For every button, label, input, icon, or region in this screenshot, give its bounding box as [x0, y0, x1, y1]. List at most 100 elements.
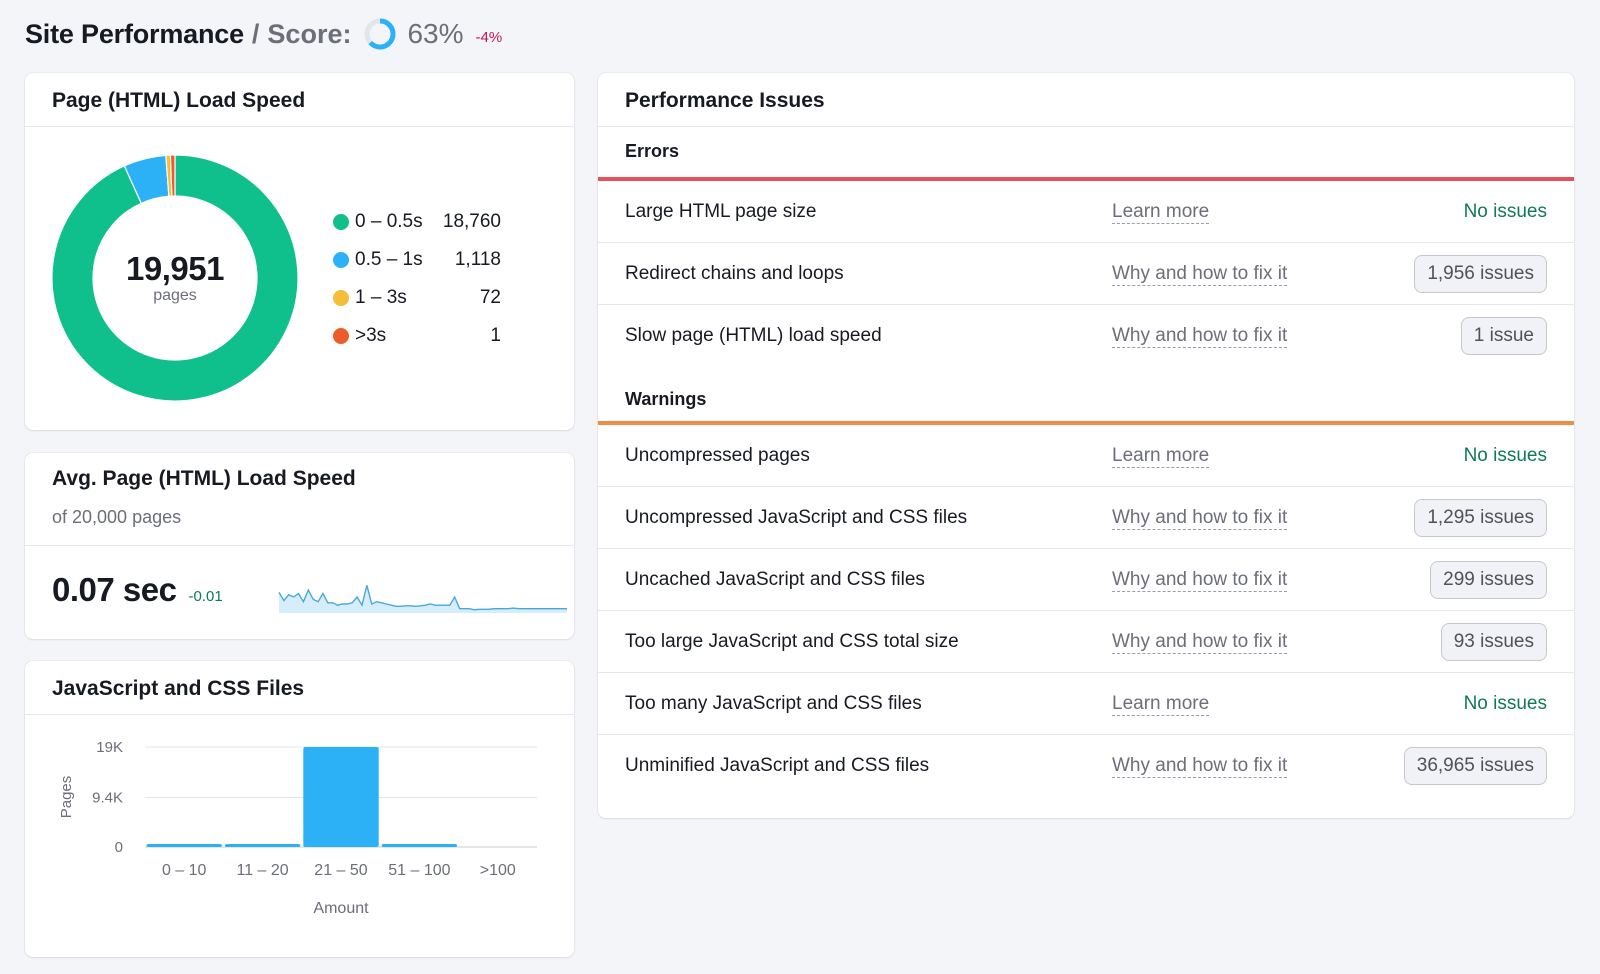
issue-row: Slow page (HTML) load speed Why and how …	[598, 305, 1574, 367]
legend-value: 18,760	[442, 211, 501, 232]
no-issues-status: No issues	[1463, 200, 1547, 222]
learn-more-link[interactable]: Learn more	[1112, 200, 1210, 224]
js-css-bar-chart: 0 9.4K 19K 0 – 10 11 – 20 21 – 50 51 – 100 >10…	[58, 739, 537, 917]
issue-name: Slow page (HTML) load speed	[625, 325, 882, 346]
issues-count-button[interactable]: 1 issue	[1460, 317, 1547, 355]
errors-section-title: Errors	[625, 141, 680, 161]
legend-label: 1 – 3s	[355, 287, 407, 308]
score-delta: -4%	[475, 28, 503, 46]
legend-value: 72	[479, 287, 501, 308]
chart-y-tick-label: 9.4K	[92, 790, 123, 807]
load-speed-card-header: Page (HTML) Load Speed	[25, 73, 574, 127]
issue-row: Uncompressed pages Learn more No issues	[598, 425, 1574, 487]
chart-bar[interactable]	[146, 844, 222, 847]
chart-y-tick-label: 19K	[96, 739, 123, 756]
legend-value: 1	[490, 325, 501, 346]
issues-count-button[interactable]: 93 issues	[1440, 622, 1547, 661]
issue-row: Uncompressed JavaScript and CSS files Wh…	[598, 487, 1574, 549]
no-issues-status: No issues	[1463, 692, 1547, 714]
chart-x-tick-label: 21 – 50	[314, 862, 367, 879]
issues-count-button[interactable]: 36,965 issues	[1403, 747, 1547, 785]
errors-list: Large HTML page size Learn more No issue…	[598, 181, 1574, 367]
chart-x-axis-label: Amount	[313, 900, 369, 917]
fix-guide-link[interactable]: Why and how to fix it	[1112, 755, 1288, 778]
performance-issues-card: Performance Issues Errors Large HTML pag…	[598, 73, 1574, 818]
learn-more-link[interactable]: Learn more	[1112, 444, 1210, 468]
legend-item[interactable]: 1 – 3s 72	[333, 279, 501, 317]
avg-speed-subtitle: of 20,000 pages	[52, 507, 182, 527]
issue-name: Uncompressed JavaScript and CSS files	[625, 506, 968, 528]
load-speed-legend: 0 – 0.5s 18,760 0.5 – 1s 1,118 1 – 3s 72…	[333, 203, 501, 355]
legend-label: >3s	[355, 325, 387, 346]
issue-name: Uncached JavaScript and CSS files	[625, 568, 925, 590]
issue-name: Unminified JavaScript and CSS files	[625, 755, 930, 776]
issues-count-button[interactable]: 1,295 issues	[1414, 498, 1547, 537]
issue-row: Redirect chains and loops Why and how to…	[598, 243, 1574, 305]
no-issues-status: No issues	[1463, 444, 1547, 466]
avg-speed-sparkline	[278, 585, 567, 613]
legend-item[interactable]: 0 – 0.5s 18,760	[333, 203, 501, 241]
fix-guide-link[interactable]: Why and how to fix it	[1112, 630, 1288, 654]
issue-name: Too large JavaScript and CSS total size	[625, 630, 959, 652]
chart-bar[interactable]	[224, 844, 301, 847]
title-separator: /	[251, 18, 260, 49]
issues-count-button[interactable]: 1,956 issues	[1414, 254, 1547, 293]
issue-row: Unminified JavaScript and CSS files Why …	[598, 735, 1574, 797]
chart-x-tick-label: 51 – 100	[388, 862, 450, 879]
score-value: 63%	[407, 18, 464, 49]
issue-row: Too many JavaScript and CSS files Learn …	[598, 673, 1574, 735]
chart-y-tick-label: 0	[115, 839, 123, 856]
performance-issues-header: Performance Issues	[598, 73, 1574, 127]
chart-x-tick-label: 0 – 10	[162, 862, 207, 879]
legend-label: 0.5 – 1s	[355, 249, 423, 270]
fix-guide-link[interactable]: Why and how to fix it	[1112, 568, 1288, 592]
chart-x-tick-label: >100	[480, 862, 516, 879]
issue-name: Too many JavaScript and CSS files	[625, 692, 922, 714]
issue-name: Redirect chains and loops	[625, 262, 844, 284]
js-css-files-header: JavaScript and CSS Files	[25, 661, 574, 715]
legend-value: 1,118	[454, 249, 501, 270]
legend-dot-icon	[333, 252, 349, 268]
load-speed-card: Page (HTML) Load Speed 19,951 pages 0 – …	[25, 73, 574, 430]
donut-total-label: pages	[153, 287, 197, 304]
learn-more-link[interactable]: Learn more	[1112, 692, 1210, 716]
js-css-files-card: JavaScript and CSS Files 0 9.4K 19K 0 – 10…	[25, 661, 574, 957]
issue-row: Large HTML page size Learn more No issue…	[598, 181, 1574, 243]
avg-speed-header: Avg. Page (HTML) Load Speed of 20,000 pa…	[25, 453, 574, 546]
donut-center: 19,951 pages	[52, 155, 298, 401]
performance-issues-title: Performance Issues	[625, 89, 825, 112]
legend-dot-icon	[333, 214, 349, 230]
js-css-files-title: JavaScript and CSS Files	[52, 677, 305, 700]
chart-bars	[146, 747, 458, 847]
issue-name: Large HTML page size	[625, 200, 817, 222]
chart-x-ticks: 0 – 10 11 – 20 21 – 50 51 – 100 >100	[162, 862, 516, 879]
issue-row: Uncached JavaScript and CSS files Why an…	[598, 549, 1574, 611]
issue-row: Too large JavaScript and CSS total size …	[598, 611, 1574, 673]
warnings-list: Uncompressed pages Learn more No issues …	[598, 425, 1574, 797]
warnings-section-title: Warnings	[625, 389, 707, 409]
fix-guide-link[interactable]: Why and how to fix it	[1112, 325, 1288, 348]
legend-dot-icon	[333, 328, 349, 344]
avg-speed-value: 0.07 sec	[52, 571, 177, 608]
chart-y-ticks: 0 9.4K 19K	[92, 739, 123, 856]
donut-total: 19,951	[126, 250, 224, 287]
legend-item[interactable]: >3s 1	[333, 317, 501, 355]
issues-count-button[interactable]: 299 issues	[1430, 560, 1547, 599]
load-speed-title: Page (HTML) Load Speed	[52, 89, 306, 112]
load-speed-donut: 19,951 pages	[51, 154, 299, 402]
legend-label: 0 – 0.5s	[355, 211, 423, 232]
chart-bar[interactable]	[303, 747, 379, 847]
fix-guide-link[interactable]: Why and how to fix it	[1112, 506, 1288, 530]
avg-speed-title: Avg. Page (HTML) Load Speed	[52, 467, 356, 490]
legend-dot-icon	[333, 290, 349, 306]
avg-speed-body: 0.07 sec -0.01	[52, 571, 223, 609]
avg-load-speed-card: Avg. Page (HTML) Load Speed of 20,000 pa…	[25, 453, 574, 639]
avg-speed-delta: -0.01	[188, 588, 223, 605]
fix-guide-link[interactable]: Why and how to fix it	[1112, 262, 1288, 286]
chart-bar[interactable]	[381, 844, 458, 847]
score-ring-icon	[364, 18, 396, 50]
chart-y-axis-label: Pages	[58, 776, 75, 819]
issue-name: Uncompressed pages	[625, 444, 810, 466]
score-label: Score:	[267, 18, 352, 49]
legend-item[interactable]: 0.5 – 1s 1,118	[333, 241, 501, 279]
